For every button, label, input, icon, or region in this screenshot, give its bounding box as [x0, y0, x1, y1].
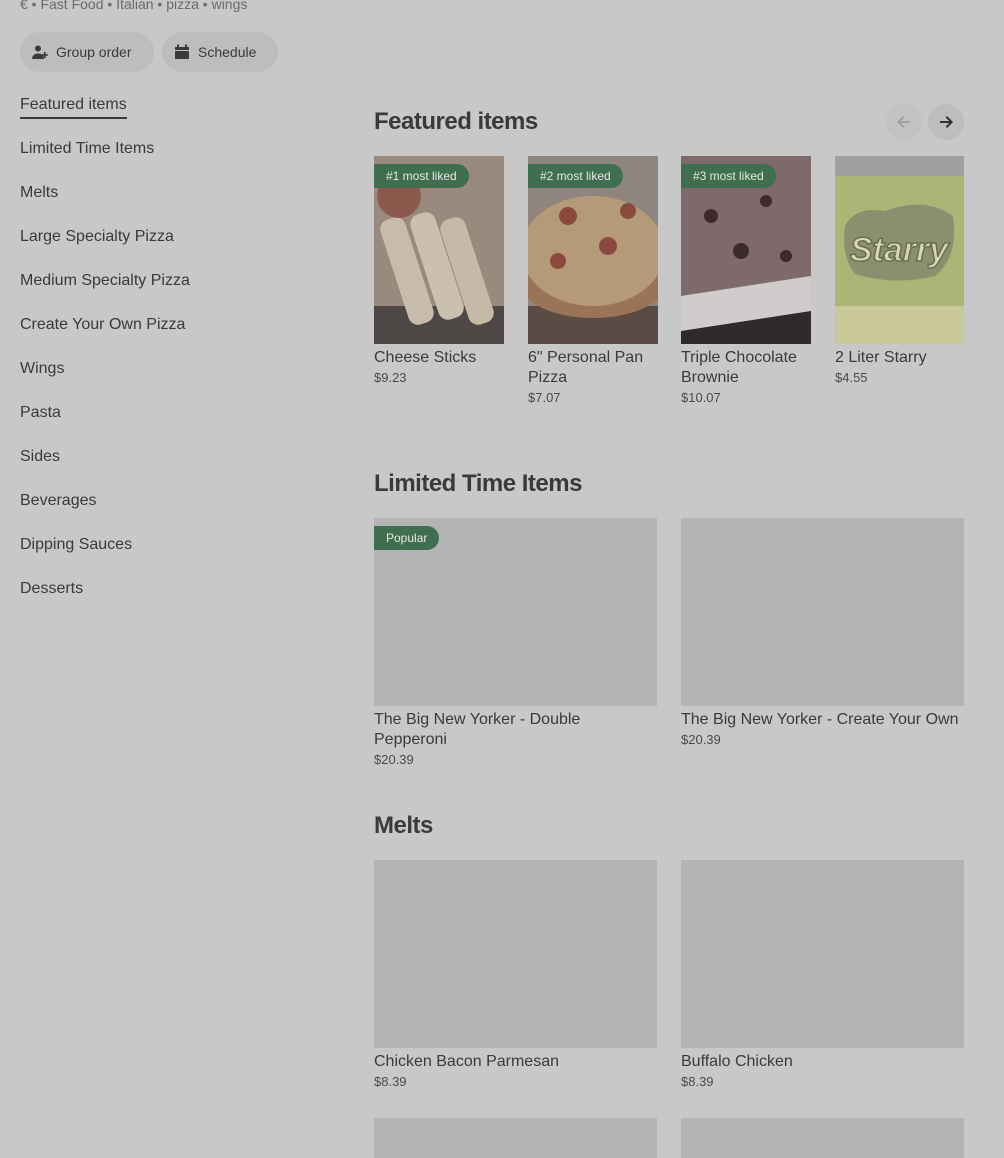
schedule-button[interactable]: Schedule	[162, 32, 278, 72]
item-image: Starry	[835, 156, 964, 344]
calendar-icon	[175, 44, 189, 59]
item-price: $9.23	[374, 370, 407, 385]
add-person-icon	[32, 45, 48, 59]
item-image	[681, 1118, 964, 1158]
featured-card-brownie[interactable]: #3 most liked Triple Chocolate Brownie $…	[681, 156, 811, 405]
featured-card-cheese-sticks[interactable]: #1 most liked Cheese Sticks $9.23	[374, 156, 504, 385]
rank-badge: #3 most liked	[681, 164, 776, 188]
section-title-featured: Featured items	[374, 108, 538, 135]
nav-item-medium-specialty[interactable]: Medium Specialty Pizza	[20, 270, 340, 314]
nav-item-beverages[interactable]: Beverages	[20, 490, 340, 534]
item-image	[681, 518, 964, 706]
rank-badge: #2 most liked	[528, 164, 623, 188]
carousel-controls	[886, 104, 964, 140]
melt-card-next-row[interactable]	[681, 1118, 964, 1158]
restaurant-tags: € • Fast Food • Italian • pizza • wings	[20, 0, 248, 12]
item-image	[681, 860, 964, 1048]
nav-item-create-your-own[interactable]: Create Your Own Pizza	[20, 314, 340, 358]
item-image	[374, 1118, 657, 1158]
item-price: $20.39	[374, 752, 414, 767]
melt-card-chicken-bacon-parmesan[interactable]: Chicken Bacon Parmesan $8.39	[374, 860, 657, 1089]
item-image: #3 most liked	[681, 156, 811, 344]
rank-badge: #1 most liked	[374, 164, 469, 188]
nav-item-pasta[interactable]: Pasta	[20, 402, 340, 446]
section-title-melts: Melts	[374, 812, 433, 839]
item-name: Chicken Bacon Parmesan	[374, 1053, 559, 1070]
item-name: Buffalo Chicken	[681, 1053, 793, 1070]
item-name: Triple Chocolate Brownie	[681, 349, 797, 386]
featured-card-personal-pan-pizza[interactable]: #2 most liked 6" Personal Pan Pizza $7.0…	[528, 156, 658, 405]
nav-item-dipping-sauces[interactable]: Dipping Sauces	[20, 534, 340, 578]
limited-card-double-pepperoni[interactable]: Popular The Big New Yorker - Double Pepp…	[374, 518, 657, 767]
melt-card-next-row[interactable]	[374, 1118, 657, 1158]
nav-item-featured[interactable]: Featured items	[20, 94, 340, 138]
carousel-prev-button[interactable]	[886, 104, 922, 140]
item-image: Popular	[374, 518, 657, 706]
item-price: $7.07	[528, 390, 561, 405]
group-order-button[interactable]: Group order	[20, 32, 154, 72]
item-name: Cheese Sticks	[374, 349, 477, 366]
nav-item-melts[interactable]: Melts	[20, 182, 340, 226]
limited-card-create-your-own[interactable]: The Big New Yorker - Create Your Own $20…	[681, 518, 964, 747]
section-title-limited-time: Limited Time Items	[374, 470, 582, 497]
item-image: #1 most liked	[374, 156, 504, 344]
nav-item-large-specialty[interactable]: Large Specialty Pizza	[20, 226, 340, 270]
nav-item-wings[interactable]: Wings	[20, 358, 340, 402]
melt-card-buffalo-chicken[interactable]: Buffalo Chicken $8.39	[681, 860, 964, 1089]
item-name: The Big New Yorker - Double Pepperoni	[374, 711, 581, 748]
item-price: $8.39	[374, 1074, 407, 1089]
svg-text:Starry: Starry	[850, 231, 950, 269]
item-price: $10.07	[681, 390, 721, 405]
carousel-next-button[interactable]	[928, 104, 964, 140]
nav-item-sides[interactable]: Sides	[20, 446, 340, 490]
arrow-left-icon	[897, 116, 910, 128]
group-order-label: Group order	[56, 44, 132, 60]
item-name: 2 Liter Starry	[835, 349, 927, 366]
arrow-right-icon	[940, 116, 953, 128]
item-price: $4.55	[835, 370, 868, 385]
item-name: The Big New Yorker - Create Your Own	[681, 711, 959, 728]
schedule-label: Schedule	[198, 44, 257, 60]
nav-item-desserts[interactable]: Desserts	[20, 578, 340, 622]
category-nav: Featured items Limited Time Items Melts …	[20, 94, 340, 622]
popular-badge: Popular	[374, 526, 440, 550]
nav-item-limited-time[interactable]: Limited Time Items	[20, 138, 340, 182]
item-name: 6" Personal Pan Pizza	[528, 349, 644, 386]
item-price: $20.39	[681, 732, 721, 747]
item-image	[374, 860, 657, 1048]
item-image: #2 most liked	[528, 156, 658, 344]
featured-card-starry[interactable]: Starry 2 Liter Starry $4.55	[835, 156, 964, 385]
item-price: $8.39	[681, 1074, 714, 1089]
